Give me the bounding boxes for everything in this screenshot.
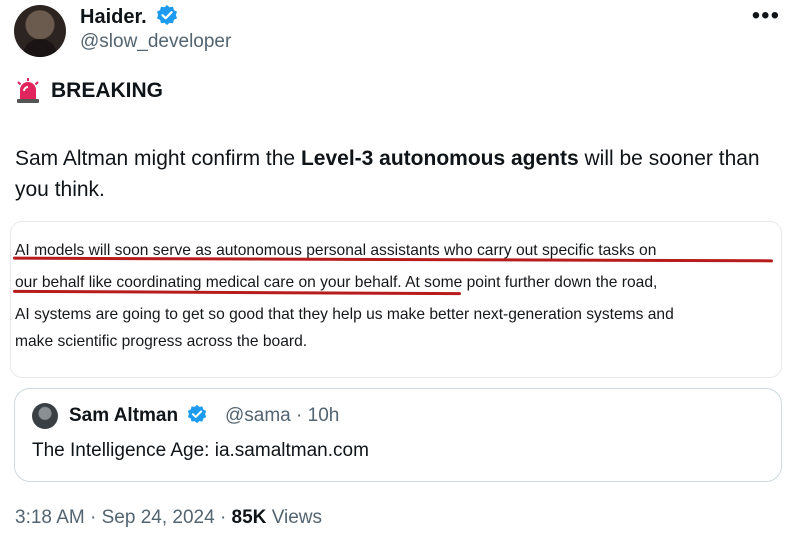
post-timestamp: 3:18 AM · Sep 24, 2024 · 85K Views [15, 507, 322, 529]
quoted-avatar [32, 403, 58, 429]
quoted-separator: · [296, 405, 303, 426]
verified-badge-icon [188, 404, 207, 424]
views-label: Views [271, 507, 323, 528]
timestamp-separator: · [90, 507, 97, 528]
views-separator: · [219, 507, 227, 528]
siren-icon [17, 78, 39, 103]
quoted-meta: @sama · 10h [225, 405, 339, 427]
quote-image[interactable]: AI models will soon serve as autonomous … [10, 221, 782, 378]
underline-1 [12, 256, 774, 263]
post-text-bold: Level-3 autonomous agents [300, 147, 579, 170]
quoted-text: The Intelligence Age: ia.samaltman.com [32, 440, 369, 461]
author-name-text: Haider. [80, 6, 147, 28]
verified-badge-icon [157, 5, 178, 25]
breaking-label: BREAKING [15, 78, 163, 104]
post-time[interactable]: 3:18 AM [15, 507, 85, 528]
quote-line-4: make scientific progress across the boar… [15, 333, 308, 350]
quoted-handle: @sama [225, 405, 291, 426]
post-text-before: Sam Altman might confirm the [15, 147, 301, 170]
quoted-post-card[interactable]: Sam Altman @sama · 10h The Intelligence … [14, 388, 782, 482]
author-avatar[interactable] [14, 5, 66, 57]
author-name[interactable]: Haider. [80, 4, 178, 29]
post-body: Sam Altman might confirm the Level-3 aut… [15, 143, 775, 205]
breaking-text: BREAKING [51, 79, 164, 102]
quoted-name-text: Sam Altman [69, 405, 179, 426]
post-date[interactable]: Sep 24, 2024 [102, 507, 215, 528]
views-count: 85K [231, 507, 267, 528]
quote-line-2: our behalf like coordinating medical car… [15, 274, 658, 291]
quoted-time: 10h [307, 405, 340, 426]
quoted-author-name: Sam Altman [69, 404, 207, 427]
more-options-icon[interactable]: ••• [752, 2, 780, 30]
author-handle[interactable]: @slow_developer [80, 31, 231, 53]
quote-line-3: AI systems are going to get so good that… [15, 306, 674, 323]
